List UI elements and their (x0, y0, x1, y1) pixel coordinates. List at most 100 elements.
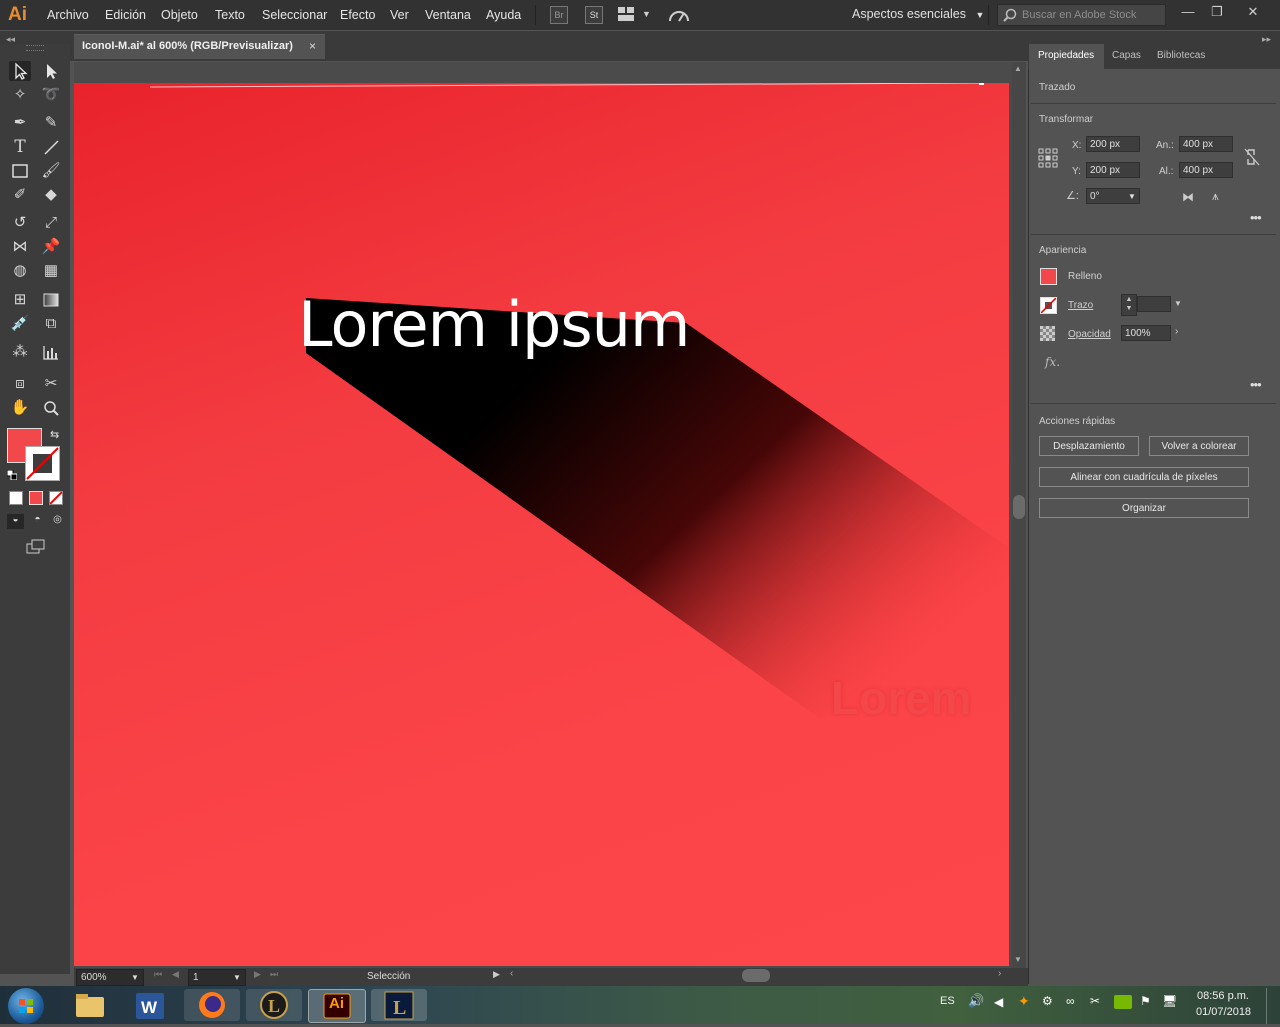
scroll-down-icon[interactable]: ▼ (1014, 955, 1022, 964)
clock-date[interactable]: 01/07/2018 (1196, 1006, 1251, 1018)
more-options-icon[interactable]: ••• (1250, 210, 1262, 225)
width-field[interactable]: 400 px (1179, 136, 1233, 152)
width-tool-icon[interactable]: ⋈ (9, 237, 31, 257)
menu-efecto[interactable]: Efecto (340, 8, 375, 22)
height-field[interactable]: 400 px (1179, 162, 1233, 178)
color-mode-icon[interactable] (9, 491, 23, 505)
recolor-button[interactable]: Volver a colorear (1149, 436, 1249, 456)
zoom-tool-icon[interactable] (40, 398, 62, 418)
menu-archivo[interactable]: Archivo (47, 8, 89, 22)
panel-grip[interactable] (26, 45, 44, 51)
zoom-level-field[interactable]: 600% ▼ (76, 969, 144, 986)
curvature-tool-icon[interactable]: ✎ (40, 113, 62, 133)
menu-edicion[interactable]: Edición (105, 8, 146, 22)
perspective-grid-tool-icon[interactable]: ▦ (40, 261, 62, 281)
status-menu-icon[interactable]: ▶ (493, 969, 500, 980)
close-button[interactable]: ✕ (1242, 4, 1264, 22)
shape-builder-tool-icon[interactable]: ◍ (9, 261, 31, 281)
stroke-weight-stepper[interactable]: ▲ ▼ (1121, 294, 1137, 316)
menu-texto[interactable]: Texto (215, 8, 245, 22)
document-tab[interactable]: IconoI-M.ai* al 600% (RGB/Previsualizar)… (74, 34, 325, 59)
show-desktop-button[interactable] (1266, 988, 1279, 1024)
paintbrush-tool-icon[interactable]: 🖌 (40, 161, 62, 181)
network-icon[interactable]: 🖥 (1162, 994, 1177, 1008)
workspace-switcher[interactable]: Aspectos esenciales ▼ (852, 7, 984, 21)
type-tool-icon[interactable]: T (9, 137, 31, 157)
arrange-button[interactable]: Organizar (1039, 498, 1249, 518)
restore-button[interactable]: ❐ (1206, 4, 1228, 22)
menu-objeto[interactable]: Objeto (161, 8, 198, 22)
line-tool-icon[interactable] (40, 137, 62, 157)
tools-tray-icon[interactable]: ✂ (1090, 994, 1100, 1008)
pen-tool-icon[interactable]: ✒ (9, 113, 31, 133)
tray-app-icon[interactable]: ✦ (1018, 993, 1030, 1010)
league-client-taskbar-icon[interactable]: L (246, 989, 302, 1021)
reference-point-icon[interactable] (1038, 148, 1058, 168)
previous-artboard-icon[interactable]: ◀ (172, 969, 179, 980)
draw-normal-icon[interactable]: ◒ (7, 514, 24, 529)
more-options-icon[interactable]: ••• (1250, 377, 1262, 392)
clock-time[interactable]: 08:56 p.m. (1197, 990, 1249, 1002)
arrange-documents-icon[interactable] (618, 7, 634, 21)
tab-layers[interactable]: Capas (1112, 50, 1141, 61)
tab-libraries[interactable]: Bibliotecas (1157, 50, 1205, 61)
chevron-down-icon[interactable]: ▼ (1174, 299, 1182, 308)
stroke-swatch[interactable] (25, 446, 60, 481)
stroke-color-swatch[interactable] (1040, 297, 1057, 314)
anchor-point[interactable] (979, 83, 984, 85)
default-colors-icon[interactable] (6, 469, 18, 481)
volume-icon[interactable]: 🔊 (968, 993, 984, 1009)
draw-behind-icon[interactable]: ◓ (29, 514, 46, 529)
graph-tool-icon[interactable] (40, 342, 62, 362)
nvidia-tray-icon[interactable] (1114, 995, 1132, 1009)
scroll-left-icon[interactable]: ‹ (510, 968, 513, 979)
scroll-up-icon[interactable]: ▲ (1014, 64, 1022, 73)
action-center-icon[interactable]: ⚑ (1140, 994, 1151, 1008)
none-mode-icon[interactable] (49, 491, 63, 505)
mesh-tool-icon[interactable]: ⊞ (9, 290, 31, 310)
league-taskbar-icon[interactable]: L (371, 989, 427, 1021)
fill-color-swatch[interactable] (1040, 268, 1057, 285)
opacity-label[interactable]: Opacidad (1068, 329, 1111, 340)
blend-tool-icon[interactable]: ⧉ (40, 314, 62, 334)
scroll-right-icon[interactable]: › (998, 968, 1001, 979)
eyedropper-tool-icon[interactable]: 💉 (9, 314, 31, 334)
constrain-proportions-icon[interactable] (1244, 148, 1260, 166)
stock-search-input[interactable]: Buscar en Adobe Stock (997, 4, 1166, 26)
align-pixel-grid-button[interactable]: Alinear con cuadrícula de píxeles (1039, 467, 1249, 487)
shaper-tool-icon[interactable]: ✐ (9, 185, 31, 205)
stroke-label[interactable]: Trazo (1068, 300, 1093, 311)
menu-ventana[interactable]: Ventana (425, 8, 471, 22)
menu-ayuda[interactable]: Ayuda (486, 8, 521, 22)
artboard-tool-icon[interactable]: ⧈ (9, 374, 31, 394)
y-field[interactable]: 200 px (1086, 162, 1140, 178)
vertical-scroll-thumb[interactable] (1013, 495, 1025, 519)
eraser-tool-icon[interactable]: ◆ (40, 185, 62, 205)
language-indicator[interactable]: ES (940, 995, 955, 1007)
horizontal-scroll-thumb[interactable] (742, 969, 770, 982)
chevron-right-icon[interactable]: › (1175, 326, 1178, 337)
gpu-performance-icon[interactable] (668, 6, 690, 24)
hand-tool-icon[interactable]: ✋ (9, 398, 31, 418)
lasso-tool-icon[interactable]: ➰ (40, 85, 62, 105)
menu-ver[interactable]: Ver (390, 8, 409, 22)
bridge-icon[interactable]: Br (550, 6, 568, 24)
start-button[interactable] (8, 988, 44, 1024)
illustrator-taskbar-icon[interactable]: Ai (308, 989, 366, 1023)
offset-path-button[interactable]: Desplazamiento (1039, 436, 1139, 456)
rectangle-tool-icon[interactable] (9, 161, 31, 181)
artboard[interactable]: Lorem Lorem ipsum (74, 83, 1009, 966)
rotate-tool-icon[interactable]: ↺ (9, 213, 31, 233)
gradient-mode-icon[interactable] (29, 491, 43, 505)
swap-colors-icon[interactable]: ⇆ (50, 428, 59, 441)
word-taskbar-icon[interactable]: W (122, 989, 178, 1021)
headline-text[interactable]: Lorem ipsum (298, 288, 690, 361)
direct-selection-tool-icon[interactable] (40, 61, 62, 81)
close-tab-icon[interactable]: × (309, 39, 316, 53)
firefox-taskbar-icon[interactable] (184, 989, 240, 1021)
symbol-sprayer-tool-icon[interactable]: ⁂ (9, 342, 31, 362)
chevron-down-icon[interactable]: ▼ (642, 9, 651, 19)
puppet-warp-tool-icon[interactable]: 📌 (40, 237, 62, 257)
x-field[interactable]: 200 px (1086, 136, 1140, 152)
menu-seleccionar[interactable]: Seleccionar (262, 8, 327, 22)
